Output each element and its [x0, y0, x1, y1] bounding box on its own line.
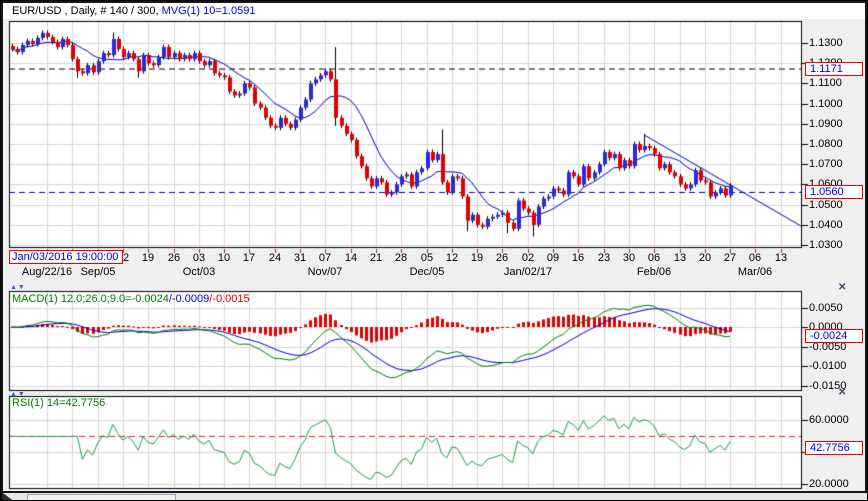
time-day-label: 17 — [242, 252, 256, 264]
time-day-label: 02 — [521, 252, 535, 264]
rsi-value-box: 42.7756 — [805, 441, 863, 455]
macd-main-value-label: MACD(1) 12.0;26.0;9.0=-0.0024 — [12, 293, 169, 305]
macd-histogram-value-label: /-0.0015 — [209, 293, 250, 305]
time-day-label: 19 — [470, 252, 484, 264]
price-tick-label: 1.0900 — [809, 118, 843, 130]
price-tick-label: 1.0400 — [809, 219, 843, 231]
time-day-label: 13 — [673, 252, 687, 264]
time-day-label: 13 — [774, 252, 788, 264]
macd-signal-value-label: /-0.0009 — [168, 293, 210, 305]
time-month-label: Nov/07 — [307, 266, 343, 278]
time-day-label: 03 — [192, 252, 206, 264]
time-month-label: Dec/05 — [409, 266, 445, 278]
chart-canvas[interactable] — [1, 1, 867, 500]
time-day-label: 06 — [748, 252, 762, 264]
time-day-label: 31 — [293, 252, 307, 264]
time-day-label: 16 — [571, 252, 585, 264]
time-day-label: 26 — [167, 252, 181, 264]
time-day-label: 19 — [141, 252, 155, 264]
time-day-label: 14 — [344, 252, 358, 264]
macd-close-icon[interactable]: ✕ — [838, 283, 850, 294]
time-month-label: Jan/02/17 — [503, 266, 553, 278]
time-day-label: 20 — [698, 252, 712, 264]
price-tick-label: 1.0300 — [809, 239, 843, 251]
time-month-label: Sep/05 — [80, 266, 116, 278]
time-day-label: 26 — [495, 252, 509, 264]
rsi-tick-label: 20.0000 — [809, 478, 849, 490]
price-tick-label: 1.0800 — [809, 138, 843, 150]
price-tick-label: 1.0700 — [809, 158, 843, 170]
time-day-label: 21 — [369, 252, 383, 264]
panel-splitter-icon-macd[interactable]: ▲▼ — [10, 284, 26, 291]
time-day-label: 10 — [217, 252, 231, 264]
title-mvg-value: MVG(1) 10=1.0591 — [161, 5, 256, 17]
time-day-label: 06 — [647, 252, 661, 264]
time-day-label: 30 — [622, 252, 636, 264]
chart-title-bar: EUR/USD , Daily, # 140 / 300, MVG(1) 10=… — [3, 3, 865, 19]
price-tick-label: 1.0500 — [809, 199, 843, 211]
time-month-label: Mar/06 — [737, 266, 773, 278]
time-day-label: 09 — [546, 252, 560, 264]
time-day-label: 23 — [597, 252, 611, 264]
time-day-label: 24 — [268, 252, 282, 264]
rsi-close-icon[interactable]: ✕ — [838, 388, 850, 399]
panel-splitter-icon-rsi[interactable]: ▲▼ — [10, 391, 26, 398]
time-month-label: Feb/06 — [636, 266, 672, 278]
macd-value-box: -0.0024 — [805, 329, 863, 343]
time-day-label: 07 — [318, 252, 332, 264]
price-level-box-upper[interactable]: 1.1171 — [805, 62, 863, 76]
time-day-label: 12 — [445, 252, 459, 264]
macd-indicator-label: MACD(1) 12.0;26.0;9.0=-0.0024/-0.0009/-0… — [12, 293, 250, 305]
time-day-label: 05 — [420, 252, 434, 264]
selected-date-box: Jan/03/2016 19:00:00 — [9, 250, 123, 264]
chart-window: EUR/USD , Daily, # 140 / 300, MVG(1) 10=… — [0, 0, 868, 501]
price-tick-label: 1.1100 — [809, 77, 842, 89]
time-day-label: 27 — [723, 252, 737, 264]
macd-tick-label: -0.0100 — [809, 360, 847, 372]
time-month-label: Oct/03 — [182, 266, 216, 278]
price-tick-label: 1.1000 — [809, 98, 843, 110]
price-tick-label: 1.1300 — [809, 37, 843, 49]
horizontal-scrollbar-thumb[interactable] — [27, 494, 176, 500]
time-day-label: 28 — [394, 252, 408, 264]
title-symbol-info: EUR/USD , Daily, # 140 / 300, — [12, 5, 162, 17]
macd-tick-label: 0.0050 — [809, 302, 843, 314]
scrollbar-corner-notch — [3, 493, 15, 500]
rsi-indicator-label: RSI(1) 14=42.7756 — [12, 397, 106, 409]
price-level-box-lower[interactable]: 1.0560 — [805, 185, 863, 199]
rsi-tick-label: 60.0000 — [809, 414, 849, 426]
